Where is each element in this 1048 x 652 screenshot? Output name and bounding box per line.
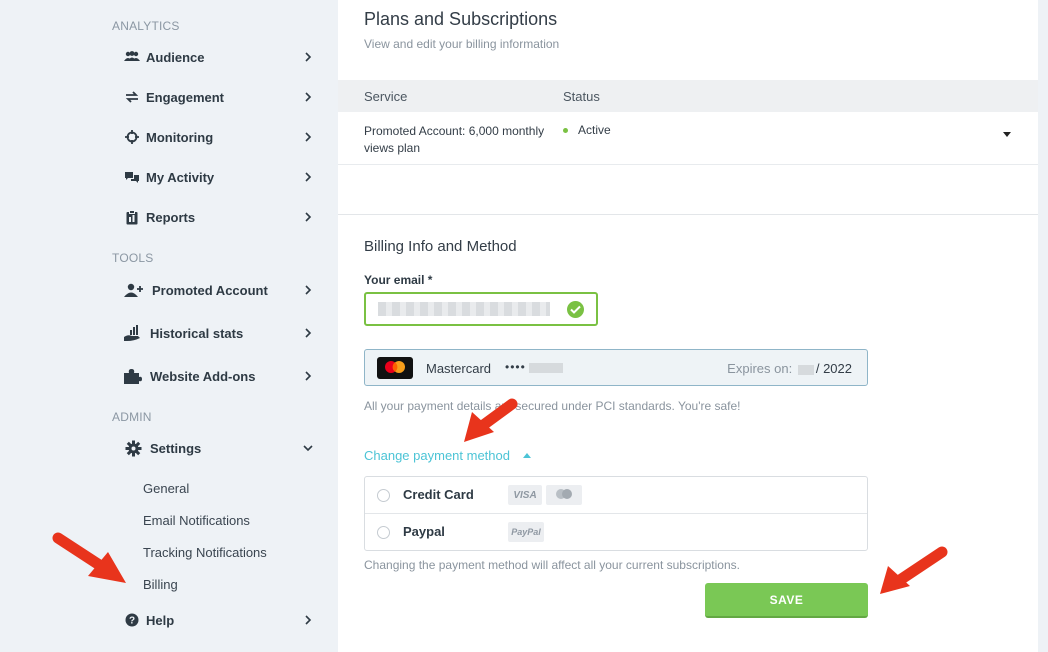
arrow-to-billing <box>52 532 126 583</box>
arrow-to-change-payment <box>464 398 518 442</box>
annotation-arrows <box>52 398 948 594</box>
arrow-to-save <box>880 546 948 594</box>
